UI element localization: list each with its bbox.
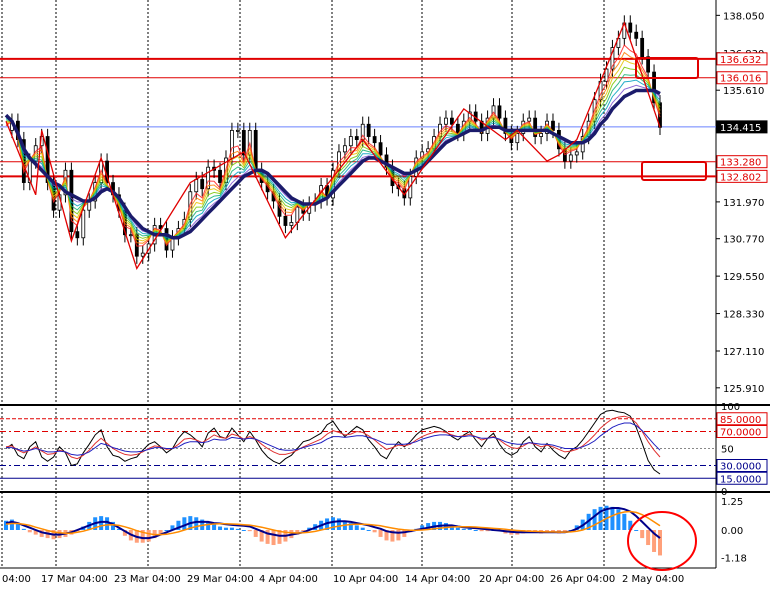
candle-body	[574, 151, 579, 156]
candle-body	[235, 129, 240, 132]
macd-histogram-bar	[378, 530, 383, 537]
macd-histogram-bar	[229, 527, 234, 530]
level-label: 136.632	[720, 55, 761, 66]
time-tick-label: 04:00	[2, 574, 31, 585]
candle-body	[289, 222, 294, 226]
candle-body	[342, 145, 347, 153]
macd-histogram-bar	[360, 527, 365, 530]
candle-body	[354, 136, 359, 141]
price-tick-label: 125.910	[723, 384, 764, 395]
candle-body	[628, 22, 633, 33]
macd-histogram-bar	[461, 528, 466, 530]
price-tick-label: 128.330	[723, 310, 764, 321]
macd-histogram-bar	[336, 518, 341, 530]
level-label: 136.016	[720, 74, 761, 85]
macd-histogram-bar	[592, 509, 597, 530]
candle-body	[450, 117, 454, 125]
time-tick-label: 14 Apr 04:00	[405, 574, 470, 585]
time-tick-label: 26 Apr 04:00	[550, 574, 615, 585]
candle-body	[497, 105, 502, 119]
price-tick-label: 138.050	[723, 11, 764, 22]
macd-histogram-bar	[253, 530, 258, 537]
macd-histogram-bar	[634, 530, 639, 531]
candle-body	[295, 206, 300, 223]
candle-body	[551, 120, 555, 131]
candle-body	[283, 215, 288, 226]
macd-histogram-bar	[372, 530, 377, 533]
level-label: 132.802	[720, 172, 761, 183]
price-tick-label: 127.110	[723, 347, 764, 358]
macd-histogram-bar	[354, 525, 359, 530]
candle-body	[539, 133, 543, 137]
time-axis: 04:00 17 Mar 04:00 23 Mar 04:00 29 Mar 04:0…	[2, 574, 684, 585]
price-tick-label: 130.770	[723, 235, 764, 246]
price-tick-label: 129.550	[723, 272, 764, 283]
macd-histogram-bar	[473, 530, 478, 531]
rsi-tick-label: 100	[721, 402, 740, 413]
macd-histogram-bar	[235, 528, 240, 530]
candle-body	[194, 179, 199, 193]
candle-body	[568, 154, 573, 162]
level-label: 133.280	[720, 158, 761, 169]
candle-body	[348, 136, 353, 147]
macd-histogram-bar	[182, 517, 187, 530]
macd-histogram-bar	[658, 530, 662, 556]
candle-body	[527, 117, 532, 122]
level-label: 134.415	[720, 123, 761, 134]
time-tick-label: 10 Apr 04:00	[333, 574, 398, 585]
macd-tick-label: -1.18	[721, 553, 747, 564]
macd-histogram-bar	[646, 530, 651, 546]
rsi-level-label: 15.0000	[720, 474, 761, 485]
price-tick-label: 131.970	[723, 198, 764, 209]
macd-histogram-bar	[27, 530, 32, 533]
macd-histogram-bar	[610, 506, 615, 530]
macd-histogram-bar	[218, 526, 223, 530]
macd-histogram-bar	[271, 530, 276, 546]
macd-histogram-bar	[622, 513, 627, 530]
rsi-level-label: 30.0000	[720, 462, 761, 473]
candle-body	[128, 234, 133, 237]
rsi-tick-label: 50	[721, 445, 734, 456]
macd-histogram-bar	[21, 528, 26, 530]
macd-histogram-bar	[241, 530, 246, 531]
candle-body	[634, 31, 639, 39]
macd-tick-label: 0.00	[721, 526, 743, 537]
candle-body	[140, 252, 145, 257]
candle-body	[515, 133, 520, 144]
macd-tick-label: 1.25	[721, 497, 743, 508]
macd-histogram-bar	[467, 528, 472, 530]
macd-histogram-bar	[396, 530, 401, 541]
time-tick-label: 20 Apr 04:00	[479, 574, 544, 585]
candle-body	[646, 56, 651, 73]
macd-histogram-bar	[455, 527, 460, 530]
candle-body	[81, 209, 86, 239]
price-tick-label: 135.610	[723, 86, 764, 97]
macd-histogram-bar	[479, 530, 484, 532]
time-tick-label: 23 Mar 04:00	[114, 574, 181, 585]
time-tick-label: 29 Mar 04:00	[187, 574, 254, 585]
macd-histogram-bar	[247, 530, 252, 532]
macd-histogram-bar	[146, 530, 151, 542]
candle-body	[378, 142, 383, 156]
macd-histogram-bar	[640, 530, 645, 539]
rsi-level-label: 70.0000	[720, 428, 761, 439]
candle-body	[75, 231, 80, 239]
time-tick-label: 4 Apr 04:00	[259, 574, 318, 585]
macd-histogram-bar	[212, 524, 217, 530]
candle-body	[366, 123, 371, 137]
candle-body	[200, 179, 205, 190]
candle-body	[444, 117, 448, 125]
candle-body	[372, 136, 377, 144]
macd-histogram-bar	[194, 517, 199, 530]
candle-body	[640, 37, 645, 58]
macd-histogram-bar	[105, 517, 110, 530]
macd-histogram-bar	[366, 530, 371, 531]
price-chart[interactable]: 138.050136.830135.610131.970130.770129.5…	[0, 0, 770, 590]
macd-histogram-bar	[223, 527, 228, 530]
macd-histogram-bar	[443, 523, 448, 530]
time-tick-label: 2 May 04:00	[622, 574, 684, 585]
candle-body	[218, 169, 222, 183]
rsi-level-label: 85.0000	[720, 415, 761, 426]
time-tick-label: 17 Mar 04:00	[41, 574, 108, 585]
